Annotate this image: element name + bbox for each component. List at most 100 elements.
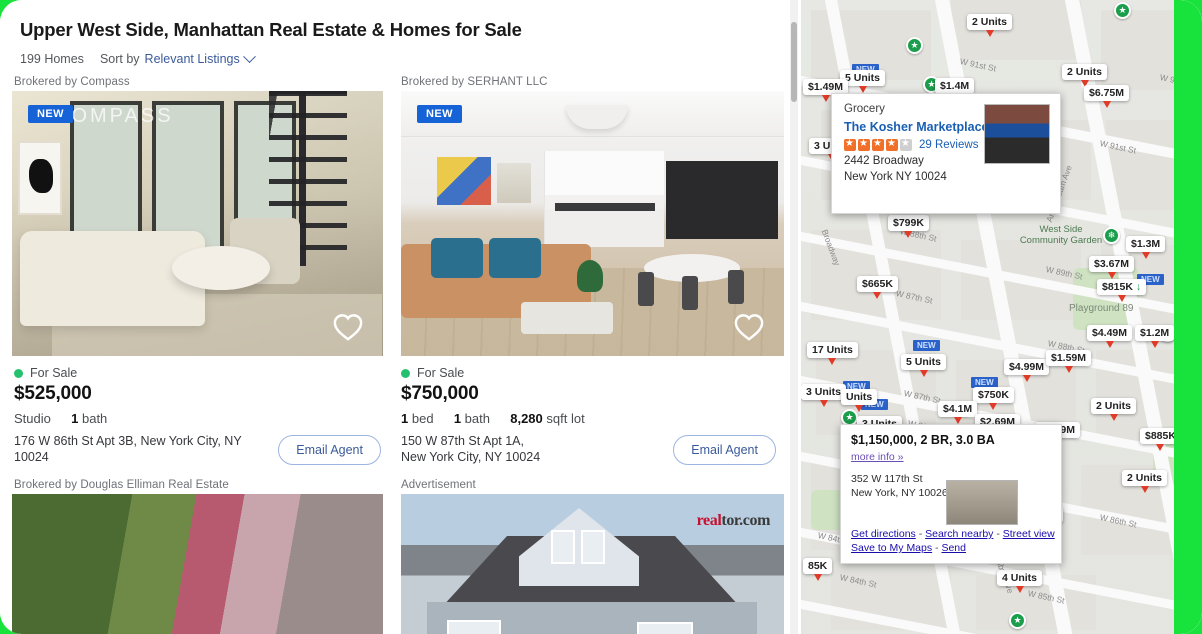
- map-price-marker[interactable]: $1.2M: [1135, 325, 1175, 348]
- store-pin-icon[interactable]: ★: [1114, 2, 1131, 19]
- listing-photo[interactable]: NEW: [401, 91, 784, 356]
- stool: [638, 272, 654, 306]
- send-link[interactable]: Send: [941, 542, 966, 554]
- map-price-marker[interactable]: 2 Units: [1122, 470, 1168, 493]
- status-row: For Sale: [14, 366, 381, 380]
- listing-cards-grid: Brokered by Compass COMPASS NEW For Sale…: [0, 72, 790, 634]
- screenshot-root: Upper West Side, Manhattan Real Estate &…: [0, 0, 1202, 634]
- poi-address-line2: New York NY 10024: [844, 171, 947, 183]
- brokered-by-label: Brokered by SERHANT LLC: [395, 72, 790, 91]
- more-info-link[interactable]: more info »: [851, 451, 904, 463]
- listings-panel: Upper West Side, Manhattan Real Estate &…: [0, 0, 801, 634]
- television: [666, 161, 778, 239]
- map-price-marker[interactable]: $4.1M: [938, 401, 978, 424]
- window: [551, 530, 575, 564]
- kitchen-area: [544, 151, 664, 247]
- map-canvas[interactable]: Broadway Amsterdam Ave Columbus Ave W 91…: [801, 0, 1202, 634]
- page-title: Upper West Side, Manhattan Real Estate &…: [20, 19, 522, 40]
- map-price-marker[interactable]: $815K ↓: [1097, 279, 1147, 302]
- listing-price: $525,000: [14, 383, 92, 404]
- listing-card[interactable]: Brokered by Compass COMPASS NEW For Sale…: [0, 72, 395, 475]
- gable: [519, 508, 639, 586]
- listing-details: For Sale $525,000 Studio 1 bath 176 W 86…: [0, 356, 395, 475]
- listings-scrollbar[interactable]: [790, 0, 798, 634]
- stool: [682, 276, 698, 310]
- listing-price: $750,000: [401, 383, 479, 404]
- beds-text: Studio: [14, 411, 51, 426]
- listing-photo[interactable]: COMPASS NEW: [12, 91, 383, 356]
- map-price-marker[interactable]: 5 Units: [901, 354, 947, 377]
- map-price-marker[interactable]: $665K: [857, 276, 898, 299]
- map-price-marker[interactable]: 2 Units: [1091, 398, 1137, 421]
- brokered-by-label: Brokered by Douglas Elliman Real Estate: [0, 475, 395, 494]
- listing-facts: 1 bed 1 bath 8,280 sqft lot: [401, 411, 776, 426]
- scrollbar-thumb[interactable]: [791, 22, 797, 102]
- map-price-marker[interactable]: $3.67M: [1089, 256, 1135, 279]
- browser-viewport: Upper West Side, Manhattan Real Estate &…: [0, 0, 1202, 634]
- window: [637, 622, 693, 634]
- map-price-marker[interactable]: Units: [841, 389, 878, 412]
- map-panel[interactable]: Broadway Amsterdam Ave Columbus Ave W 91…: [801, 0, 1202, 634]
- status-row: For Sale: [401, 366, 776, 380]
- star-icon-empty: [900, 137, 912, 151]
- email-agent-button[interactable]: Email Agent: [673, 435, 776, 465]
- map-price-marker[interactable]: 17 Units: [807, 342, 858, 365]
- homes-count: 199 Homes: [20, 52, 84, 66]
- listing-info-bubble[interactable]: $1,150,000, 2 BR, 3.0 BA more info » 352…: [840, 424, 1062, 564]
- sort-by-control[interactable]: Sort by Relevant Listings: [99, 49, 256, 66]
- baths-value: 1: [71, 411, 79, 426]
- stool: [728, 270, 744, 304]
- advertisement-label: Advertisement: [395, 475, 790, 494]
- reviews-link[interactable]: 29 Reviews: [919, 139, 978, 151]
- grocery-info-bubble[interactable]: Grocery The Kosher Marketplace 29 Review…: [831, 93, 1061, 214]
- map-price-marker[interactable]: $1.3M: [1126, 236, 1166, 259]
- status-text: For Sale: [30, 366, 78, 380]
- map-price-marker[interactable]: $799K: [888, 215, 929, 238]
- map-price-marker[interactable]: $1.4M: [935, 78, 975, 101]
- poi-label-playground: Playground 89: [1069, 303, 1134, 314]
- get-directions-link[interactable]: Get directions: [851, 528, 916, 540]
- bubble-price-summary: $1,150,000, 2 BR, 3.0 BA: [851, 433, 995, 447]
- map-price-marker[interactable]: 2 Units: [1062, 64, 1108, 87]
- listing-facts: Studio 1 bath: [14, 411, 381, 426]
- map-price-marker[interactable]: $4.99M: [1004, 359, 1050, 382]
- price-text: $815K: [1102, 281, 1133, 293]
- lot-value: 8,280: [510, 411, 543, 426]
- map-price-marker[interactable]: 2 Units: [967, 14, 1013, 37]
- listing-photo[interactable]: [12, 494, 383, 634]
- map-price-marker[interactable]: 3 Units: [801, 384, 847, 407]
- store-pin-icon[interactable]: ★: [906, 37, 923, 54]
- coffee-table: [521, 302, 613, 334]
- new-badge: NEW: [28, 105, 73, 123]
- map-price-marker[interactable]: 85K: [803, 558, 833, 581]
- window: [581, 530, 605, 564]
- park-pin-icon[interactable]: ❄: [1103, 227, 1120, 244]
- street-view-link[interactable]: Street view: [1003, 528, 1055, 540]
- plant: [577, 260, 603, 292]
- map-price-marker[interactable]: $6.75M: [1084, 85, 1130, 108]
- map-price-marker[interactable]: 4 Units: [997, 570, 1043, 593]
- baths-unit: bath: [81, 411, 108, 426]
- search-nearby-link[interactable]: Search nearby: [925, 528, 993, 540]
- map-price-marker[interactable]: $1.59M: [1046, 350, 1092, 373]
- email-agent-button[interactable]: Email Agent: [278, 435, 381, 465]
- advertisement-image[interactable]: realtor.com: [401, 494, 784, 634]
- map-right-edge: [1174, 0, 1202, 634]
- map-price-marker[interactable]: $750K: [973, 387, 1014, 410]
- listing-address: 150 W 87th St Apt 1A, New York City, NY …: [401, 434, 541, 464]
- heart-icon[interactable]: [734, 312, 764, 342]
- listing-card[interactable]: Brokered by Douglas Elliman Real Estate: [0, 475, 395, 634]
- coffee-table: [172, 246, 270, 290]
- status-dot-icon: [14, 368, 23, 378]
- listing-card[interactable]: Brokered by SERHANT LLC NEW For Sale $75…: [395, 72, 790, 475]
- wall-art: [437, 157, 491, 205]
- store-pin-icon[interactable]: ★: [1009, 612, 1026, 629]
- save-to-my-maps-link[interactable]: Save to My Maps: [851, 542, 932, 554]
- advertisement-card[interactable]: Advertisement realtor.com: [395, 475, 790, 634]
- map-price-marker[interactable]: $4.49M: [1087, 325, 1133, 348]
- heart-icon[interactable]: [333, 312, 363, 342]
- address-row: 176 W 86th St Apt 3B, New York City, NY …: [14, 433, 381, 465]
- baths-value: 1: [453, 411, 462, 426]
- sort-by-label: Sort by: [99, 52, 140, 66]
- realtor-logo: realtor.com: [696, 512, 771, 529]
